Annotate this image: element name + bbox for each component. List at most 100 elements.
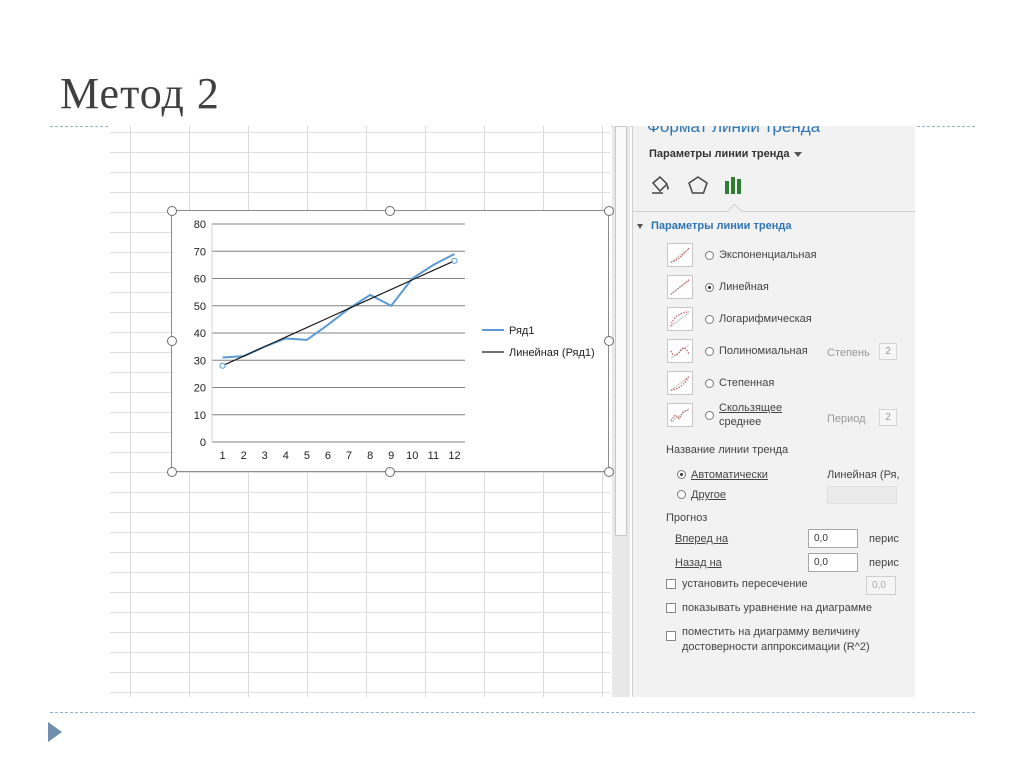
trend-type-label: Линейная — [719, 281, 769, 293]
trend-type-thumbnail[interactable] — [667, 243, 693, 267]
forecast-label: Прогноз — [666, 512, 708, 524]
resize-handle-r[interactable] — [604, 336, 614, 346]
panel-title: Формат линии тренда — [647, 126, 821, 136]
trend-type-thumbnail[interactable] — [667, 403, 693, 427]
trend-type-label: Полиномиальная — [719, 345, 808, 357]
y-tick-label: 70 — [194, 246, 206, 258]
grid-row-line — [110, 472, 610, 473]
trend-type-radio[interactable] — [705, 379, 714, 388]
section-header[interactable]: Параметры линии тренда — [637, 220, 792, 232]
trendline-option-5[interactable]: Степенная — [667, 371, 907, 397]
trend-type-radio[interactable] — [705, 283, 714, 292]
trend-type-label: Степенная — [719, 377, 775, 389]
legend-entry: Линейная (Ряд1) — [509, 347, 595, 359]
backward-label: Назад на — [675, 557, 722, 569]
tab-separator — [633, 211, 915, 212]
y-tick-label: 60 — [194, 274, 206, 286]
resize-handle-l[interactable] — [167, 336, 177, 346]
auto-name-label: Автоматически — [691, 469, 768, 481]
trendline-option-6[interactable]: Скользящее среднее — [667, 402, 907, 429]
x-tick-label: 8 — [367, 450, 373, 462]
x-tick-label: 10 — [406, 450, 418, 462]
forward-unit: перис — [869, 533, 899, 545]
trend-type-thumbnail[interactable] — [667, 307, 693, 331]
grid-row-line — [110, 532, 610, 533]
period-input[interactable]: 2 — [879, 409, 897, 426]
show-equation-label: показывать уравнение на диаграмме — [682, 602, 872, 614]
bar-chart-icon[interactable] — [722, 174, 746, 196]
intercept-input[interactable]: 0,0 — [866, 576, 896, 595]
show-r2-label-2: достоверности аппроксимации (R^2) — [682, 641, 870, 653]
resize-handle-bl[interactable] — [167, 467, 177, 477]
fill-icon[interactable] — [649, 174, 673, 196]
trend-type-thumbnail[interactable] — [667, 371, 693, 395]
trend-name-label: Название линии тренда — [666, 444, 789, 456]
trendline-endpoint — [451, 257, 458, 264]
line-chart: 010203040506070801 2 3 4 5 6 7 8 9 10 11 12 Ряд1Лин… — [194, 219, 595, 462]
custom-name-input[interactable] — [827, 486, 897, 504]
grid-row-line — [110, 152, 610, 153]
trend-type-radio[interactable] — [705, 251, 714, 260]
resize-handle-tl[interactable] — [167, 206, 177, 216]
trend-type-label: Логарифмическая — [719, 313, 812, 325]
trendline-option-2[interactable]: Линейная — [667, 275, 907, 301]
y-tick-label: 0 — [200, 437, 206, 449]
panel-options-dropdown[interactable]: Параметры линии тренда — [649, 148, 803, 160]
trendline-option-1[interactable]: Экспоненциальная — [667, 243, 907, 269]
legend-entry: Ряд1 — [509, 325, 534, 337]
y-tick-label: 30 — [194, 355, 206, 367]
forward-label: Вперед на — [675, 533, 729, 545]
grid-row-line — [110, 632, 610, 633]
trend-type-radio[interactable] — [705, 315, 714, 324]
set-intercept-label: установить пересечение — [682, 578, 808, 590]
set-intercept-checkbox[interactable] — [666, 579, 676, 589]
bottom-divider — [50, 712, 975, 713]
scrollbar-thumb[interactable] — [615, 126, 627, 536]
grid-row-line — [110, 192, 610, 193]
x-tick-label: 6 — [325, 450, 331, 462]
other-name-radio[interactable] — [677, 490, 686, 499]
x-tick-label: 12 — [448, 450, 460, 462]
resize-handle-t[interactable] — [385, 206, 395, 216]
trend-type-label: Экспоненциальная — [719, 249, 817, 261]
resize-handle-b[interactable] — [385, 467, 395, 477]
grid-row-line — [110, 552, 610, 553]
show-r2-label-1: поместить на диаграмму величину — [682, 626, 860, 638]
chart-legend: Ряд1 Линейная (Ряд1) — [482, 325, 595, 359]
chart-area[interactable]: 0 10 20 30 40 50 60 70 80 1 2 3 4 5 6 7 8 9 10 11 12 Ряд1 Лин… — [171, 210, 609, 472]
trend-type-thumbnail[interactable] — [667, 275, 693, 299]
x-tick-label: 4 — [283, 450, 289, 462]
forward-input[interactable]: 0,0 — [808, 529, 858, 548]
backward-unit: перис — [869, 557, 899, 569]
trend-type-thumbnail[interactable] — [667, 339, 693, 363]
panel-subtitle: Параметры линии тренда — [649, 148, 790, 160]
backward-input[interactable]: 0,0 — [808, 553, 858, 572]
grid-row-line — [110, 492, 610, 493]
trendline-option-3[interactable]: Логарифмическая — [667, 307, 907, 333]
x-tick-label: 5 — [304, 450, 310, 462]
active-tab-notch — [726, 203, 743, 220]
resize-handle-tr[interactable] — [604, 206, 614, 216]
show-r2-checkbox[interactable] — [666, 631, 676, 641]
grid-row-line — [110, 692, 610, 693]
grid-row-line — [110, 512, 610, 513]
vertical-scrollbar[interactable] — [612, 126, 630, 697]
x-tick-label: 11 — [428, 450, 439, 462]
x-tick-label: 7 — [346, 450, 352, 462]
nav-arrow-icon[interactable] — [48, 722, 62, 742]
other-name-label: Другое — [691, 489, 726, 501]
x-tick-label: 1 — [219, 450, 225, 462]
grid-row-line — [110, 592, 610, 593]
degree-input[interactable]: 2 — [879, 343, 897, 360]
trend-type-label-line2: среднее — [719, 416, 762, 428]
auto-name-radio[interactable] — [677, 470, 686, 479]
y-tick-label: 40 — [194, 328, 206, 340]
pentagon-icon[interactable] — [686, 174, 710, 196]
y-tick-label: 10 — [194, 410, 206, 422]
trendline-option-4[interactable]: Полиномиальная — [667, 339, 907, 365]
trend-type-radio[interactable] — [705, 411, 714, 420]
trend-type-radio[interactable] — [705, 347, 714, 356]
resize-handle-br[interactable] — [604, 467, 614, 477]
show-equation-checkbox[interactable] — [666, 603, 676, 613]
section-title: Параметры линии тренда — [651, 220, 792, 232]
